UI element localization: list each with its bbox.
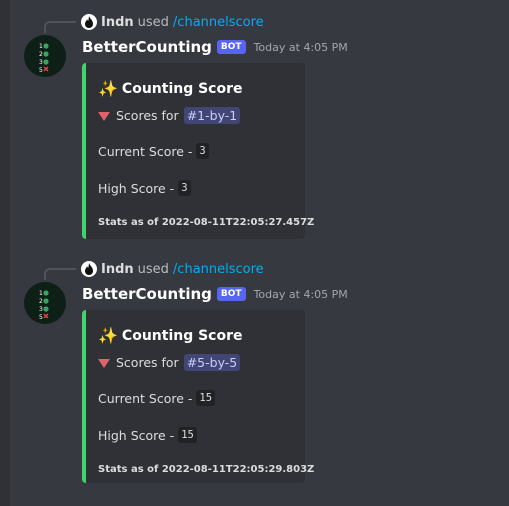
reply-connector: [44, 268, 76, 280]
author-username[interactable]: BetterCounting: [82, 38, 212, 56]
embed-title: ✨ Counting Score: [98, 326, 243, 345]
reply-context[interactable]: Indn used /channelscore: [81, 12, 264, 32]
timestamp[interactable]: Today at 4:05 PM: [254, 41, 348, 54]
sparkles-icon: ✨: [98, 326, 118, 345]
reply-username[interactable]: Indn: [101, 262, 134, 277]
reply-username[interactable]: Indn: [101, 15, 134, 30]
svg-text:1: 1: [39, 290, 43, 297]
channel-hash-icon: #: [186, 355, 198, 370]
channel-hash-icon: #: [186, 108, 198, 123]
score-embed: ✨ Counting Score Scores for #5-by-5 Curr…: [82, 310, 314, 483]
reply-context[interactable]: Indn used /channelscore: [81, 259, 264, 279]
svg-text:2: 2: [39, 51, 43, 58]
bot-avatar-checklist-icon[interactable]: 1 2 3 5: [24, 35, 66, 77]
red-triangle-down-icon: [98, 111, 110, 121]
message-1: Indn used /channelscore 1 2 3 5 BetterCo…: [0, 12, 509, 242]
high-score-label: High Score -: [98, 427, 175, 443]
svg-text:3: 3: [39, 59, 43, 66]
embed-title-text: Counting Score: [121, 80, 243, 97]
current-score-field: Current Score - 15: [98, 390, 216, 406]
timestamp[interactable]: Today at 4:05 PM: [254, 288, 348, 301]
high-score-field: High Score - 15: [98, 427, 197, 443]
score-embed: ✨ Counting Score Scores for #1-by-1 Curr…: [82, 63, 314, 239]
embed-title-text: Counting Score: [121, 327, 243, 344]
author-username[interactable]: BetterCounting: [82, 285, 212, 303]
channel-name: 1-by-1: [197, 108, 238, 123]
fire-avatar-icon[interactable]: [81, 14, 97, 30]
scores-for-line: Scores for #1-by-1: [98, 107, 241, 124]
current-score-label: Current Score -: [98, 390, 193, 406]
reply-command-link[interactable]: /channelscore: [173, 262, 264, 277]
message-2: Indn used /channelscore 1 2 3 5 BetterCo…: [0, 259, 509, 499]
bot-tag: BOT: [216, 40, 246, 54]
svg-text:3: 3: [39, 306, 43, 313]
high-score-value: 15: [178, 427, 197, 443]
message-header: BetterCounting BOT Today at 4:05 PM: [82, 36, 348, 58]
reply-command-link[interactable]: /channelscore: [173, 15, 264, 30]
scores-for-label: Scores for: [116, 355, 179, 370]
reply-connector: [44, 21, 76, 33]
high-score-field: High Score - 3: [98, 180, 191, 196]
bot-avatar-checklist-icon[interactable]: 1 2 3 5: [24, 282, 66, 324]
reply-action: used: [137, 14, 169, 30]
current-score-value: 3: [196, 143, 209, 159]
current-score-label: Current Score -: [98, 143, 193, 159]
fire-avatar-icon[interactable]: [81, 261, 97, 277]
current-score-value: 15: [196, 390, 216, 406]
bot-tag: BOT: [216, 287, 246, 301]
message-header: BetterCounting BOT Today at 4:05 PM: [82, 283, 348, 305]
channel-name: 5-by-5: [197, 355, 238, 370]
svg-text:1: 1: [39, 43, 43, 50]
high-score-value: 3: [178, 180, 191, 196]
scores-for-label: Scores for: [116, 108, 179, 123]
high-score-label: High Score -: [98, 180, 175, 196]
current-score-field: Current Score - 3: [98, 143, 209, 159]
embed-title: ✨ Counting Score: [98, 79, 243, 98]
svg-text:2: 2: [39, 298, 43, 305]
stats-timestamp: Stats as of 2022-08-11T22:05:27.457Z: [98, 217, 315, 228]
channel-mention[interactable]: #1-by-1: [183, 107, 241, 124]
svg-text:5: 5: [39, 314, 43, 321]
sparkles-icon: ✨: [98, 79, 118, 98]
red-triangle-down-icon: [98, 358, 110, 368]
reply-action: used: [137, 261, 169, 277]
channel-mention[interactable]: #5-by-5: [183, 354, 241, 371]
svg-text:5: 5: [39, 67, 43, 74]
stats-timestamp: Stats as of 2022-08-11T22:05:29.803Z: [98, 464, 315, 475]
scores-for-line: Scores for #5-by-5: [98, 354, 241, 371]
